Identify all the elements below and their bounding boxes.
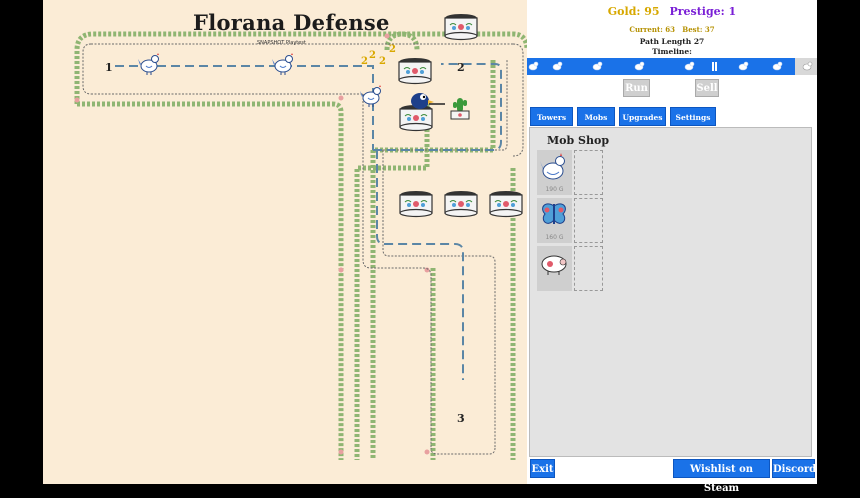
mob-shop: Mob Shop 190 G 160 G bbox=[529, 127, 812, 457]
chicken-mob-icon bbox=[359, 84, 382, 108]
game-window: Florana Defense SNAPSHOT Playtest 1 2 3 … bbox=[43, 0, 817, 494]
exit-button[interactable]: Exit bbox=[530, 459, 555, 478]
shop-empty-slot[interactable] bbox=[574, 198, 603, 243]
gold-counter: Gold: 95 bbox=[607, 5, 660, 18]
shop-empty-slot[interactable] bbox=[574, 150, 603, 195]
damage-number: 2 bbox=[361, 56, 368, 67]
path-map bbox=[74, 13, 527, 460]
timeline-chicken-icon bbox=[772, 61, 783, 71]
timeline-marker bbox=[715, 62, 717, 71]
damage-number: 2 bbox=[379, 56, 386, 67]
node-label-1: 1 bbox=[105, 61, 113, 74]
prestige-counter: Prestige: 1 bbox=[669, 5, 737, 18]
shop-item-chicken[interactable]: 190 G bbox=[537, 150, 572, 195]
timeline-label: Timeline: bbox=[652, 47, 692, 56]
timeline-bar[interactable] bbox=[527, 58, 817, 75]
shop-empty-slot[interactable] bbox=[574, 246, 603, 291]
wishlist-button[interactable]: Wishlist on Steam bbox=[673, 459, 770, 494]
shop-title: Mob Shop bbox=[547, 134, 610, 147]
flower-pot-tower bbox=[444, 13, 478, 41]
tab-settings[interactable]: Settings bbox=[670, 107, 716, 126]
butterfly-icon bbox=[542, 203, 566, 224]
score-row: Current: 63 Best: 37 bbox=[527, 25, 817, 34]
discord-button[interactable]: Discord bbox=[772, 459, 816, 478]
chicken-mob-icon bbox=[137, 52, 160, 76]
timeline-chicken-icon bbox=[684, 61, 695, 71]
flower-pot-tower bbox=[398, 57, 432, 85]
game-title: Florana Defense bbox=[193, 10, 390, 35]
timeline-marker bbox=[712, 62, 714, 71]
side-panel: Gold: 95 Prestige: 1 Current: 63 Best: 3… bbox=[527, 0, 817, 494]
damage-number: 2 bbox=[389, 44, 396, 55]
run-button[interactable]: Run bbox=[623, 79, 650, 97]
timeline-chicken-icon bbox=[528, 61, 539, 71]
timeline-chicken-icon bbox=[634, 61, 645, 71]
tab-upgrades[interactable]: Upgrades bbox=[619, 107, 666, 126]
flower-pot-tower bbox=[489, 190, 523, 218]
tab-mobs[interactable]: Mobs bbox=[577, 107, 615, 126]
path-length: Path Length 27 bbox=[639, 37, 705, 46]
node-label-3: 3 bbox=[457, 412, 465, 425]
cactus-icon bbox=[450, 98, 470, 120]
timeline-chicken-icon bbox=[552, 61, 563, 71]
chicken-icon bbox=[540, 153, 565, 180]
node-label-2: 2 bbox=[457, 61, 465, 74]
resource-row: Gold: 95 Prestige: 1 bbox=[527, 5, 817, 18]
timeline-chicken-icon bbox=[592, 61, 603, 71]
game-subtitle: SNAPSHOT Playtest bbox=[257, 40, 306, 46]
tab-towers[interactable]: Towers bbox=[530, 107, 573, 126]
current-score: Current: 63 bbox=[629, 25, 675, 34]
shop-price: 190 G bbox=[545, 186, 564, 193]
timeline-chicken-icon bbox=[738, 61, 749, 71]
chicken-mob-icon bbox=[271, 52, 294, 76]
shop-price: 160 G bbox=[545, 234, 564, 241]
shop-item-butterfly[interactable]: 160 G bbox=[537, 198, 572, 243]
pig-icon bbox=[541, 255, 567, 275]
damage-number: 2 bbox=[369, 50, 376, 61]
shop-item-pig[interactable] bbox=[537, 246, 572, 291]
flower-pot-tower bbox=[399, 190, 433, 218]
flower-pot-tower bbox=[399, 104, 433, 132]
best-score: Best: 37 bbox=[682, 25, 715, 34]
sell-button[interactable]: Sell bbox=[695, 79, 719, 97]
game-board[interactable]: Florana Defense SNAPSHOT Playtest 1 2 3 … bbox=[43, 0, 527, 484]
flower-pot-tower bbox=[444, 190, 478, 218]
